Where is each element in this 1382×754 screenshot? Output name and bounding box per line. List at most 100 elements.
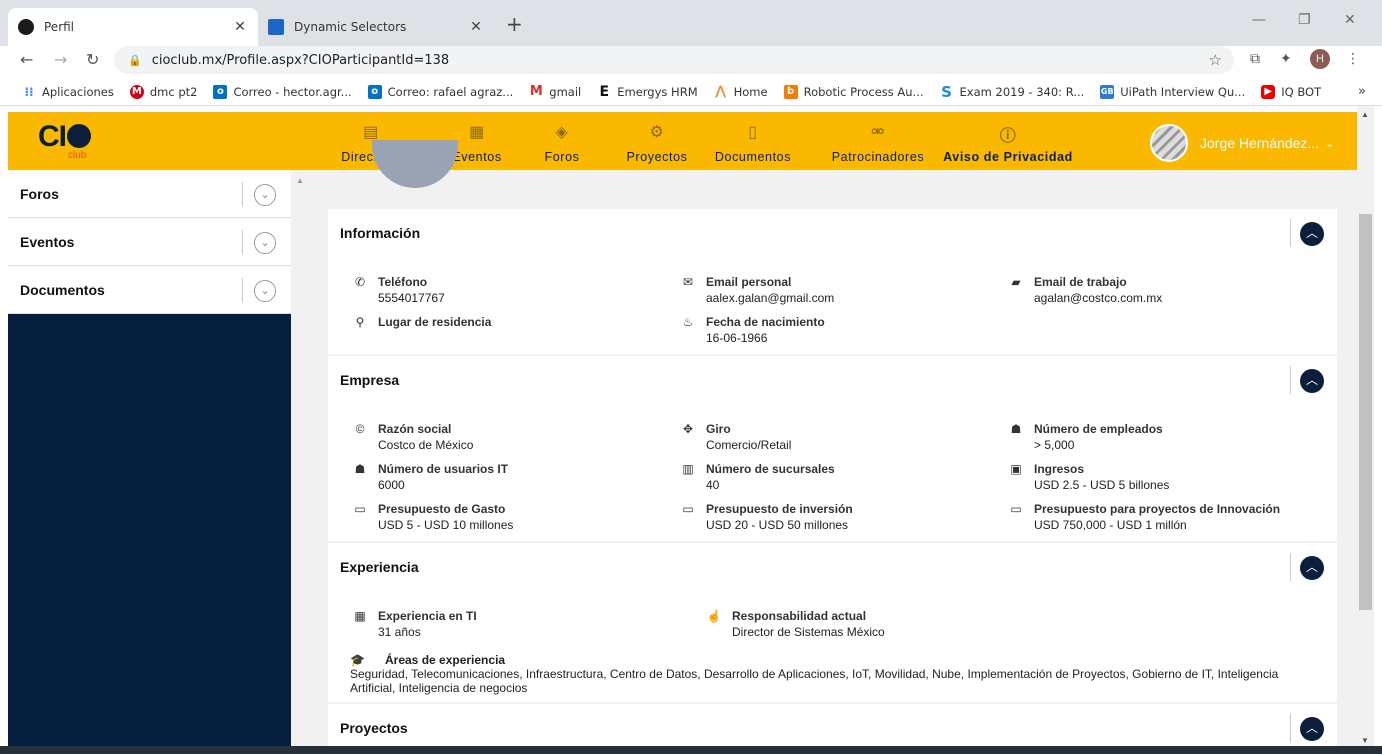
collapse-toggle-icon[interactable]: ︿ bbox=[1300, 222, 1324, 246]
tab-dynamic-selectors[interactable]: Dynamic Selectors ✕ bbox=[258, 8, 494, 46]
new-tab-icon[interactable]: + bbox=[506, 12, 523, 36]
bookmark-item[interactable]: GB UiPath Interview Qu... bbox=[1100, 84, 1245, 99]
field-value: USD 2.5 - USD 5 billones bbox=[1034, 478, 1170, 492]
user-avatar bbox=[1150, 124, 1188, 162]
chevron-down-icon[interactable]: ⌄ bbox=[254, 184, 276, 206]
back-icon[interactable]: ← bbox=[20, 50, 33, 69]
profile-avatar[interactable]: H bbox=[1310, 49, 1330, 69]
reload-icon[interactable]: ↻ bbox=[86, 50, 99, 69]
field-label: Número de empleados bbox=[1034, 422, 1163, 436]
bookmark-item[interactable]: o Correo: rafael agraz... bbox=[367, 84, 514, 99]
field-label: Giro bbox=[706, 422, 731, 436]
nav-documentos[interactable]: ▯ Documentos bbox=[712, 122, 794, 164]
browser-tab-strip: Perfil ✕ Dynamic Selectors ✕ + — ❐ ✕ bbox=[0, 0, 1382, 46]
credit-card-icon: ▭ bbox=[682, 502, 694, 516]
nav-patrocinadores[interactable]: ⚮ Patrocinadores bbox=[830, 122, 926, 164]
field-value: Seguridad, Telecomunicaciones, Infraestr… bbox=[350, 667, 1279, 695]
section-title: Empresa bbox=[340, 372, 400, 388]
rpa-icon: b bbox=[783, 84, 798, 99]
skype-icon: S bbox=[941, 82, 952, 101]
bookmark-item[interactable]: ▶ IQ BOT bbox=[1261, 84, 1322, 99]
chevron-down-icon[interactable]: ⌄ bbox=[254, 232, 276, 254]
document-icon: ▯ bbox=[748, 124, 758, 141]
bookmark-item[interactable]: Mdmc pt2 bbox=[129, 84, 198, 99]
bookmark-label: Correo: rafael agraz... bbox=[387, 84, 514, 99]
nav-label: Documentos bbox=[714, 150, 792, 164]
bookmark-item[interactable]: Mgmail bbox=[529, 84, 582, 99]
close-tab-icon[interactable]: ✕ bbox=[232, 19, 248, 35]
areas-experiencia: 🎓 Áreas de experiencia Seguridad, Teleco… bbox=[350, 653, 1310, 695]
field-value: USD 750,000 - USD 1 millón bbox=[1034, 518, 1187, 532]
sidebar-item-foros[interactable]: Foros ⌄ bbox=[8, 170, 291, 218]
section-title: Proyectos bbox=[340, 720, 408, 736]
field-value: agalan@costco.com.mx bbox=[1034, 291, 1163, 305]
restore-icon[interactable]: ❐ bbox=[1298, 12, 1311, 28]
url-text: cioclub.mx/Profile.aspx?CIOParticipantId… bbox=[151, 52, 450, 68]
more-bookmarks-icon[interactable]: » bbox=[1358, 84, 1366, 99]
field-label: Presupuesto de Gasto bbox=[378, 502, 506, 516]
collapse-toggle-icon[interactable]: ︿ bbox=[1300, 717, 1324, 741]
puzzle-icon[interactable]: ✦ bbox=[1280, 51, 1292, 67]
youtube-icon: ▶ bbox=[1261, 84, 1276, 99]
credit-card-icon: ▭ bbox=[354, 502, 366, 516]
tab-perfil[interactable]: Perfil ✕ bbox=[8, 8, 258, 46]
nav-foros[interactable]: ◈ Foros bbox=[540, 122, 584, 164]
sidebar-item-eventos[interactable]: Eventos ⌄ bbox=[8, 218, 291, 266]
hand-pointer-icon: ☝ bbox=[706, 609, 722, 623]
collapse-toggle-icon[interactable]: ︿ bbox=[1300, 556, 1324, 580]
logo-o-icon bbox=[67, 124, 91, 148]
scroll-down-icon[interactable]: ▼ bbox=[1361, 736, 1369, 745]
divider bbox=[1290, 714, 1291, 742]
user-name: Jorge Hernández... bbox=[1200, 135, 1320, 151]
menu-dots-icon[interactable]: ⋮ bbox=[1346, 51, 1360, 67]
field-value: 16-06-1966 bbox=[706, 331, 768, 345]
scroll-up-icon[interactable]: ▲ bbox=[296, 176, 304, 185]
divider bbox=[242, 278, 243, 302]
close-window-icon[interactable]: ✕ bbox=[1344, 12, 1356, 28]
field-label: Teléfono bbox=[378, 275, 428, 289]
sidebar-item-label: Foros bbox=[20, 185, 59, 202]
extension-icon[interactable]: ⧉ bbox=[1250, 51, 1260, 67]
address-bar[interactable]: 🔒 cioclub.mx/Profile.aspx?CIOParticipant… bbox=[114, 46, 1234, 74]
bookmarks-bar: ⁝⁝ Aplicaciones Mdmc pt2 o Correo - hector… bbox=[0, 78, 1382, 106]
bookmark-item[interactable]: b Robotic Process Au... bbox=[783, 84, 924, 99]
bookmark-item[interactable]: E Emergys HRM bbox=[597, 83, 698, 100]
emergys-icon: E bbox=[599, 83, 610, 100]
divider bbox=[1290, 366, 1291, 394]
bookmark-item[interactable]: S Exam 2019 - 340: R... bbox=[940, 82, 1085, 101]
cio-club-logo[interactable]: CI club bbox=[38, 120, 91, 161]
bookmark-label: Emergys HRM bbox=[617, 84, 698, 99]
bookmark-label: gmail bbox=[549, 84, 582, 99]
bookmark-label: IQ BOT bbox=[1281, 84, 1322, 99]
collapse-toggle-icon[interactable]: ︿ bbox=[1300, 369, 1324, 393]
nav-label: Aviso de Privacidad bbox=[943, 150, 1073, 164]
cioclub-favicon-icon bbox=[18, 19, 34, 35]
bookmark-item[interactable]: ⁝⁝ Aplicaciones bbox=[22, 85, 113, 99]
site-header: CI club ▤ Directorio ▦ Eventos ◈ Foros ⚙ Pro… bbox=[8, 112, 1357, 170]
page-scrollbar[interactable]: ▲ ▼ bbox=[1357, 106, 1374, 754]
section-title: Información bbox=[340, 225, 421, 241]
forward-icon[interactable]: → bbox=[54, 50, 67, 69]
nav-label: Patrocinadores bbox=[831, 150, 925, 164]
scroll-up-icon[interactable]: ▲ bbox=[1361, 110, 1369, 119]
close-tab-icon[interactable]: ✕ bbox=[468, 19, 484, 35]
scrollbar-thumb[interactable] bbox=[1359, 214, 1372, 610]
bookmark-label: Exam 2019 - 340: R... bbox=[959, 84, 1085, 99]
birthday-cake-icon: ♨ bbox=[682, 315, 694, 329]
chevron-down-icon[interactable]: ⌄ bbox=[254, 280, 276, 302]
bookmark-label: dmc pt2 bbox=[149, 84, 198, 99]
user-menu[interactable]: Jorge Hernández... ⌄ bbox=[1150, 124, 1334, 162]
sidebar-item-documentos[interactable]: Documentos ⌄ bbox=[8, 266, 291, 314]
field-label: Número de sucursales bbox=[706, 462, 835, 476]
bookmark-star-icon[interactable]: ☆ bbox=[1209, 51, 1222, 69]
gb-icon: GB bbox=[1100, 84, 1115, 99]
nav-proyectos[interactable]: ⚙ Proyectos bbox=[624, 122, 690, 164]
nav-aviso-privacidad[interactable]: ⓘ Aviso de Privacidad bbox=[940, 122, 1076, 164]
minimize-icon[interactable]: — bbox=[1252, 12, 1266, 28]
field-label: Lugar de residencia bbox=[378, 315, 492, 329]
bookmark-item[interactable]: ⋀ Home bbox=[714, 84, 767, 99]
field-label: Email de trabajo bbox=[1034, 275, 1127, 289]
bookmark-item[interactable]: o Correo - hector.agr... bbox=[213, 84, 352, 99]
field-value: 6000 bbox=[378, 478, 405, 492]
field-label: Ingresos bbox=[1034, 462, 1085, 476]
